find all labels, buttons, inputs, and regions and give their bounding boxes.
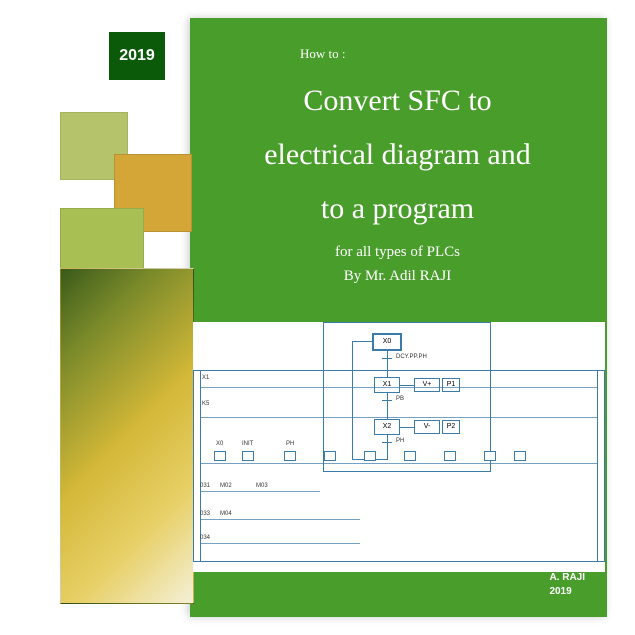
ladder-label: M02: [220, 483, 232, 489]
year-badge: 2019: [109, 32, 165, 80]
ladder-label: 033: [200, 511, 210, 517]
sfc-node-x0: X0: [372, 333, 402, 351]
book-cover: 2019 How to : Convert SFC to electrical …: [0, 0, 635, 635]
ladder-rung: [200, 417, 598, 418]
footer-author: A. RAJI: [549, 572, 585, 583]
subtitle-line-1: for all types of PLCs: [335, 244, 460, 260]
ladder-contact: [484, 451, 496, 461]
title-line-2: electrical diagram and: [264, 138, 531, 171]
sfc-transition-0: DCY.PP.PH: [396, 354, 427, 360]
ladder-contact: [242, 451, 254, 461]
ladder-label: 034: [200, 535, 210, 541]
subtitle-line-2: By Mr. Adil RAJI: [344, 268, 452, 284]
ladder-rung: [200, 519, 360, 520]
ladder-contact: [284, 451, 296, 461]
ladder-rail-right: [597, 371, 598, 561]
ladder-contact: [214, 451, 226, 461]
year-text: 2019: [119, 47, 155, 65]
ladder-label: INIT: [242, 441, 253, 447]
ladder-label: X0: [216, 441, 223, 447]
title-line-3: to a program: [321, 192, 474, 225]
prefix-text: How to :: [300, 46, 346, 62]
footer-credit: A. RAJI 2019: [549, 571, 585, 599]
sfc-transition-bar: [382, 358, 392, 359]
ladder-label: 031: [200, 483, 210, 489]
ladder-contact: [444, 451, 456, 461]
ladder-contact: [364, 451, 376, 461]
ladder-contact: [324, 451, 336, 461]
electrical-diagram: X1 K5 X0 INIT PH 031 M02 M03 033 M04 034: [193, 370, 605, 562]
subtitle-text: for all types of PLCs By Mr. Adil RAJI: [210, 240, 585, 288]
ladder-rung: [200, 543, 360, 544]
ladder-rung: [200, 491, 320, 492]
ladder-contact: [404, 451, 416, 461]
title-line-1: Convert SFC to: [303, 84, 491, 117]
ladder-rail-left: [200, 371, 201, 561]
ladder-label: M03: [256, 483, 268, 489]
sfc-loopback-top: [352, 341, 372, 342]
ladder-rung: [200, 463, 598, 464]
ladder-contact: [514, 451, 526, 461]
ladder-label: K5: [202, 401, 209, 407]
ladder-label: PH: [286, 441, 294, 447]
ladder-rung: [200, 387, 598, 388]
ladder-label: X1: [202, 375, 209, 381]
title-text: Convert SFC to electrical diagram and to…: [210, 74, 585, 236]
footer-year: 2019: [549, 586, 571, 597]
ladder-label: M04: [220, 511, 232, 517]
decor-gradient-block: [60, 268, 194, 604]
diagram-area: X0 DCY.PP.PH X1 V+ P1 PB X2 V- P2 PH: [193, 322, 605, 572]
